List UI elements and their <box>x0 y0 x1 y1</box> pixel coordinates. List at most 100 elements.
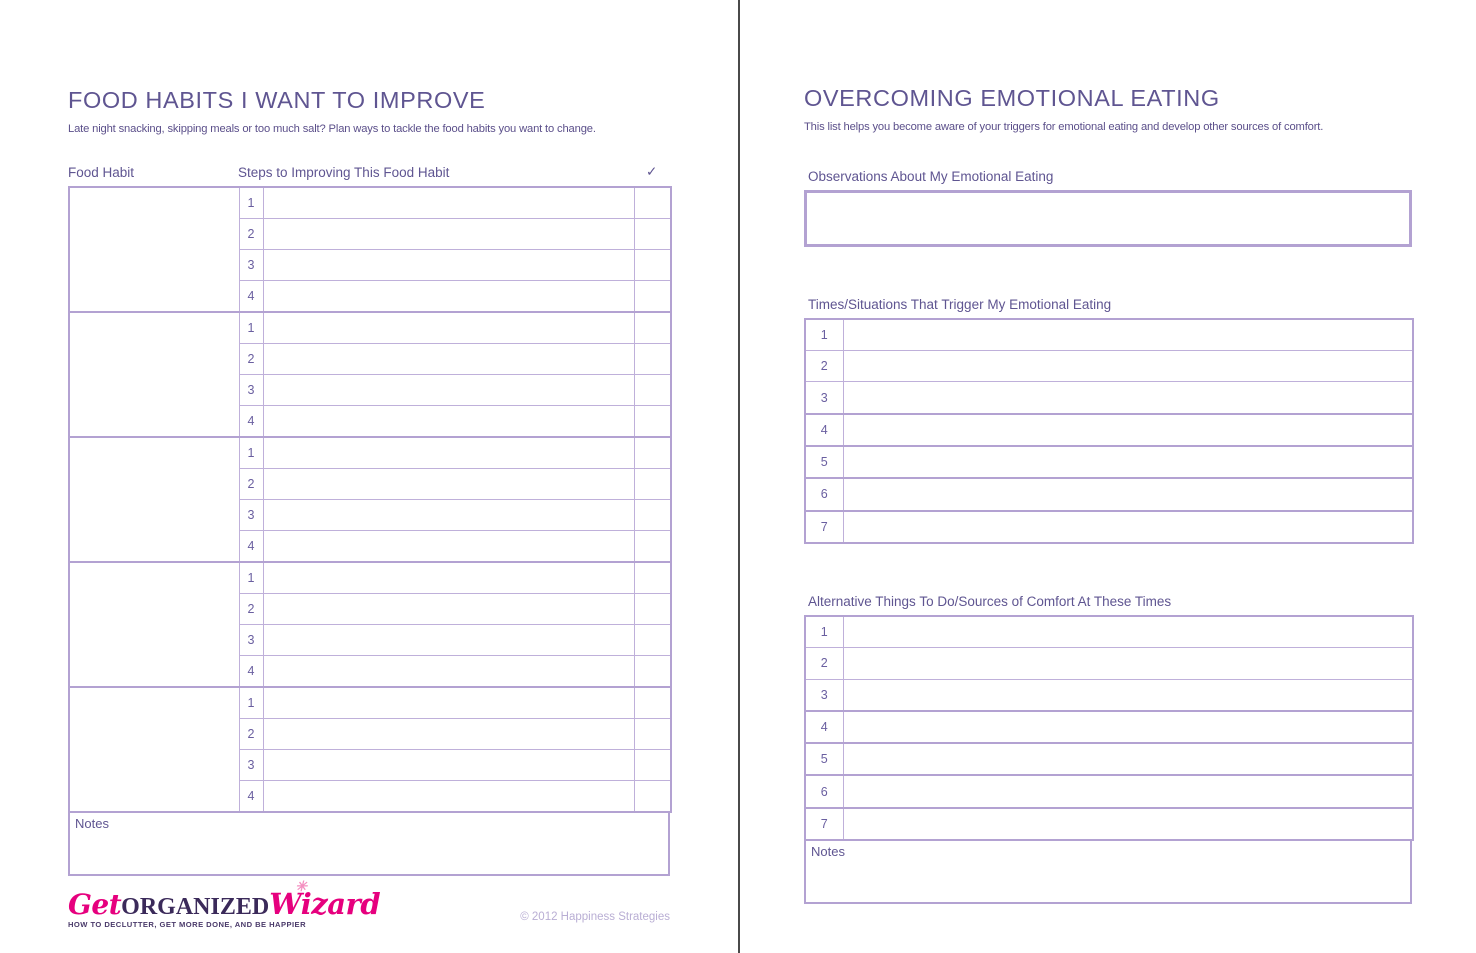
step-checkbox[interactable] <box>633 217 672 250</box>
alternative-row-number: 1 <box>804 614 844 649</box>
alternative-input[interactable] <box>842 774 1414 809</box>
triggers-table: 1234567 <box>804 317 1414 544</box>
step-input[interactable] <box>262 373 635 406</box>
step-checkbox[interactable] <box>633 779 672 813</box>
step-checkbox[interactable] <box>633 310 672 344</box>
trigger-input[interactable] <box>842 510 1414 544</box>
step-checkbox[interactable] <box>633 685 672 719</box>
table-row: 1 <box>68 560 672 688</box>
step-number: 4 <box>238 654 264 688</box>
table-row: 1 <box>68 435 672 563</box>
checkmark-icon: ✓ <box>646 163 658 179</box>
step-input[interactable] <box>262 748 635 781</box>
step-input[interactable] <box>262 185 635 219</box>
step-input[interactable] <box>262 592 635 625</box>
alternative-row-number: 5 <box>804 742 844 777</box>
food-habit-input[interactable] <box>68 685 240 813</box>
notes-box-right[interactable]: Notes <box>804 841 1412 904</box>
trigger-row-number: 6 <box>804 477 844 512</box>
alternative-input[interactable] <box>842 742 1414 777</box>
alternative-row-number: 2 <box>804 647 844 680</box>
observations-textarea[interactable] <box>804 189 1412 247</box>
habits-column-headers: Food Habit Steps to Improving This Food … <box>68 160 670 180</box>
step-checkbox[interactable] <box>633 279 672 313</box>
table-row: 1 <box>68 685 672 813</box>
step-input[interactable] <box>262 310 635 344</box>
section-label-observations: Observations About My Emotional Eating <box>808 168 1054 184</box>
step-checkbox[interactable] <box>633 560 672 594</box>
table-row: 5 <box>804 742 1414 777</box>
trigger-input[interactable] <box>842 381 1414 415</box>
table-row: 1 <box>804 614 1414 649</box>
step-number: 4 <box>238 279 264 313</box>
step-checkbox[interactable] <box>633 654 672 688</box>
step-number: 1 <box>238 685 264 719</box>
step-checkbox[interactable] <box>633 717 672 750</box>
step-input[interactable] <box>262 217 635 250</box>
step-input[interactable] <box>262 467 635 500</box>
brand-logo: GetORGANIZED ✳ Wizard HOW TO DECLUTTER, GE… <box>68 880 381 929</box>
step-checkbox[interactable] <box>633 373 672 406</box>
logo-text-get: Get <box>68 888 122 921</box>
table-row: 1 <box>804 317 1414 352</box>
step-input[interactable] <box>262 779 635 813</box>
alternative-input[interactable] <box>842 710 1414 745</box>
alternative-input[interactable] <box>842 647 1414 680</box>
food-habit-input[interactable] <box>68 435 240 563</box>
alternative-row-number: 3 <box>804 678 844 712</box>
alternative-input[interactable] <box>842 807 1414 842</box>
logo-text-organized: ORGANIZED <box>121 894 270 920</box>
step-input[interactable] <box>262 529 635 563</box>
step-number: 2 <box>238 717 264 750</box>
step-input[interactable] <box>262 342 635 375</box>
page-title-right: OVERCOMING EMOTIONAL EATING <box>804 85 1220 111</box>
step-input[interactable] <box>262 248 635 281</box>
step-input[interactable] <box>262 654 635 688</box>
step-checkbox[interactable] <box>633 748 672 781</box>
trigger-row-number: 1 <box>804 317 844 352</box>
step-input[interactable] <box>262 717 635 750</box>
step-checkbox[interactable] <box>633 592 672 625</box>
table-row: 3 <box>804 381 1414 415</box>
food-habit-input[interactable] <box>68 185 240 313</box>
trigger-input[interactable] <box>842 350 1414 383</box>
food-habit-input[interactable] <box>68 310 240 438</box>
step-checkbox[interactable] <box>633 529 672 563</box>
step-checkbox[interactable] <box>633 185 672 219</box>
step-checkbox[interactable] <box>633 498 672 531</box>
step-checkbox[interactable] <box>633 404 672 438</box>
step-input[interactable] <box>262 685 635 719</box>
step-number: 3 <box>238 748 264 781</box>
step-checkbox[interactable] <box>633 342 672 375</box>
step-input[interactable] <box>262 435 635 469</box>
food-habit-input[interactable] <box>68 560 240 688</box>
step-checkbox[interactable] <box>633 623 672 656</box>
step-number: 3 <box>238 248 264 281</box>
trigger-input[interactable] <box>842 477 1414 512</box>
step-input[interactable] <box>262 623 635 656</box>
table-row: 6 <box>804 477 1414 512</box>
alternative-input[interactable] <box>842 678 1414 712</box>
page-title: FOOD HABITS I WANT TO IMPROVE <box>68 87 486 113</box>
step-input[interactable] <box>262 404 635 438</box>
step-checkbox[interactable] <box>633 467 672 500</box>
trigger-input[interactable] <box>842 445 1414 480</box>
trigger-row-number: 4 <box>804 413 844 448</box>
step-checkbox[interactable] <box>633 435 672 469</box>
step-input[interactable] <box>262 560 635 594</box>
trigger-input[interactable] <box>842 413 1414 448</box>
logo-text-wizard: ✳ Wizard <box>269 880 380 921</box>
trigger-input[interactable] <box>842 317 1414 352</box>
section-label-triggers: Times/Situations That Trigger My Emotion… <box>808 296 1112 312</box>
step-input[interactable] <box>262 498 635 531</box>
step-input[interactable] <box>262 279 635 313</box>
left-page: FOOD HABITS I WANT TO IMPROVE Late night… <box>0 0 738 953</box>
column-header-steps: Steps to Improving This Food Habit <box>238 164 450 180</box>
brand-tagline: HOW TO DECLUTTER, GET MORE DONE, AND BE … <box>68 920 307 929</box>
alternatives-table: 1234567 <box>804 614 1414 842</box>
alternative-input[interactable] <box>842 614 1414 649</box>
step-checkbox[interactable] <box>633 248 672 281</box>
notes-box-left[interactable]: Notes <box>68 812 670 876</box>
table-row: 2 <box>804 350 1414 383</box>
page-subtitle-right: This list helps you become aware of your… <box>804 120 1324 133</box>
